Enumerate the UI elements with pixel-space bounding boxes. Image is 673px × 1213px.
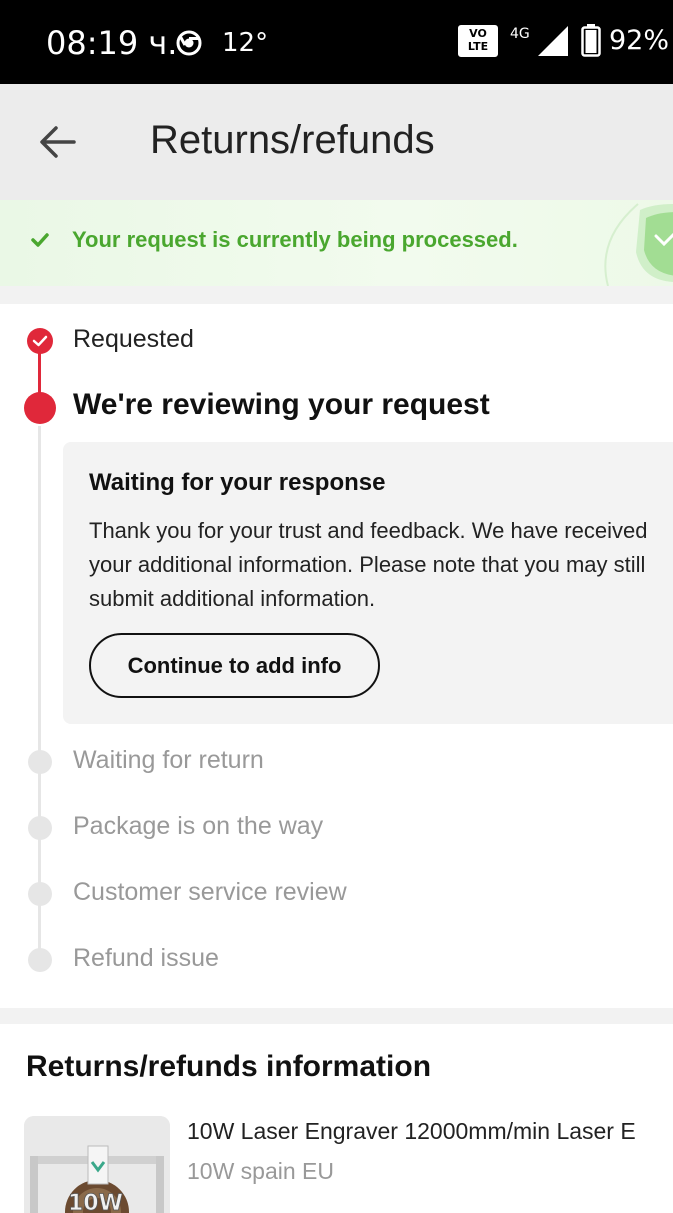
shield-icon	[604, 203, 673, 286]
step-pending-dot	[28, 948, 52, 972]
thumb-text: 10W	[68, 1191, 123, 1213]
section-title: Returns/refunds information	[26, 1050, 432, 1083]
status-banner: Your request is currently being processe…	[0, 200, 673, 286]
card-body: Thank you for your trust and feedback. W…	[89, 518, 648, 611]
app-header: Returns/refunds	[0, 84, 673, 200]
laser-engraver-image: 10W	[24, 1116, 170, 1213]
response-card: Waiting for your response Thank you for …	[63, 442, 673, 724]
step-done-icon	[27, 328, 53, 354]
check-icon	[31, 233, 49, 247]
status-temperature: 12°	[222, 28, 269, 58]
refund-info-section: Returns/refunds information 10W 10W Lase…	[0, 1024, 673, 1213]
section-divider	[0, 1008, 673, 1024]
chrome-icon	[176, 30, 202, 56]
volte-icon: VO LTE	[458, 25, 498, 57]
page-title: Returns/refunds	[150, 118, 435, 162]
arrow-left-icon[interactable]	[38, 124, 78, 160]
timeline-step-requested: Requested	[73, 325, 194, 353]
network-type: 4G	[510, 26, 530, 42]
signal-icon	[538, 26, 568, 56]
timeline-step-refund-issue: Refund issue	[73, 944, 219, 972]
product-thumbnail[interactable]: 10W	[24, 1116, 170, 1213]
refund-timeline: Requested We're reviewing your request W…	[0, 304, 673, 1008]
battery-percent: 92%	[609, 25, 670, 56]
status-bar: 08:19 ч. 12° VO LTE 4G 92%	[0, 0, 673, 84]
step-pending-dot	[28, 882, 52, 906]
status-time: 08:19 ч.	[46, 24, 178, 62]
volte-top-text: VO	[469, 27, 487, 40]
section-divider	[0, 286, 673, 304]
timeline-step-waiting-return: Waiting for return	[73, 746, 264, 774]
product-variant: 10W spain EU	[187, 1158, 335, 1184]
battery-icon	[581, 24, 601, 57]
timeline-step-customer-service: Customer service review	[73, 878, 347, 906]
step-pending-dot	[28, 816, 52, 840]
timeline-step-package-on-way: Package is on the way	[73, 812, 324, 840]
product-name[interactable]: 10W Laser Engraver 12000mm/min Laser E	[187, 1118, 636, 1145]
step-pending-dot	[28, 750, 52, 774]
check-icon	[32, 335, 48, 347]
timeline-step-reviewing: We're reviewing your request	[73, 388, 490, 421]
step-active-dot	[24, 392, 56, 424]
volte-bottom-text: LTE	[467, 40, 489, 53]
card-title: Waiting for your response	[89, 469, 386, 496]
continue-add-info-button[interactable]: Continue to add info	[89, 633, 380, 698]
status-banner-text: Your request is currently being processe…	[72, 227, 518, 252]
